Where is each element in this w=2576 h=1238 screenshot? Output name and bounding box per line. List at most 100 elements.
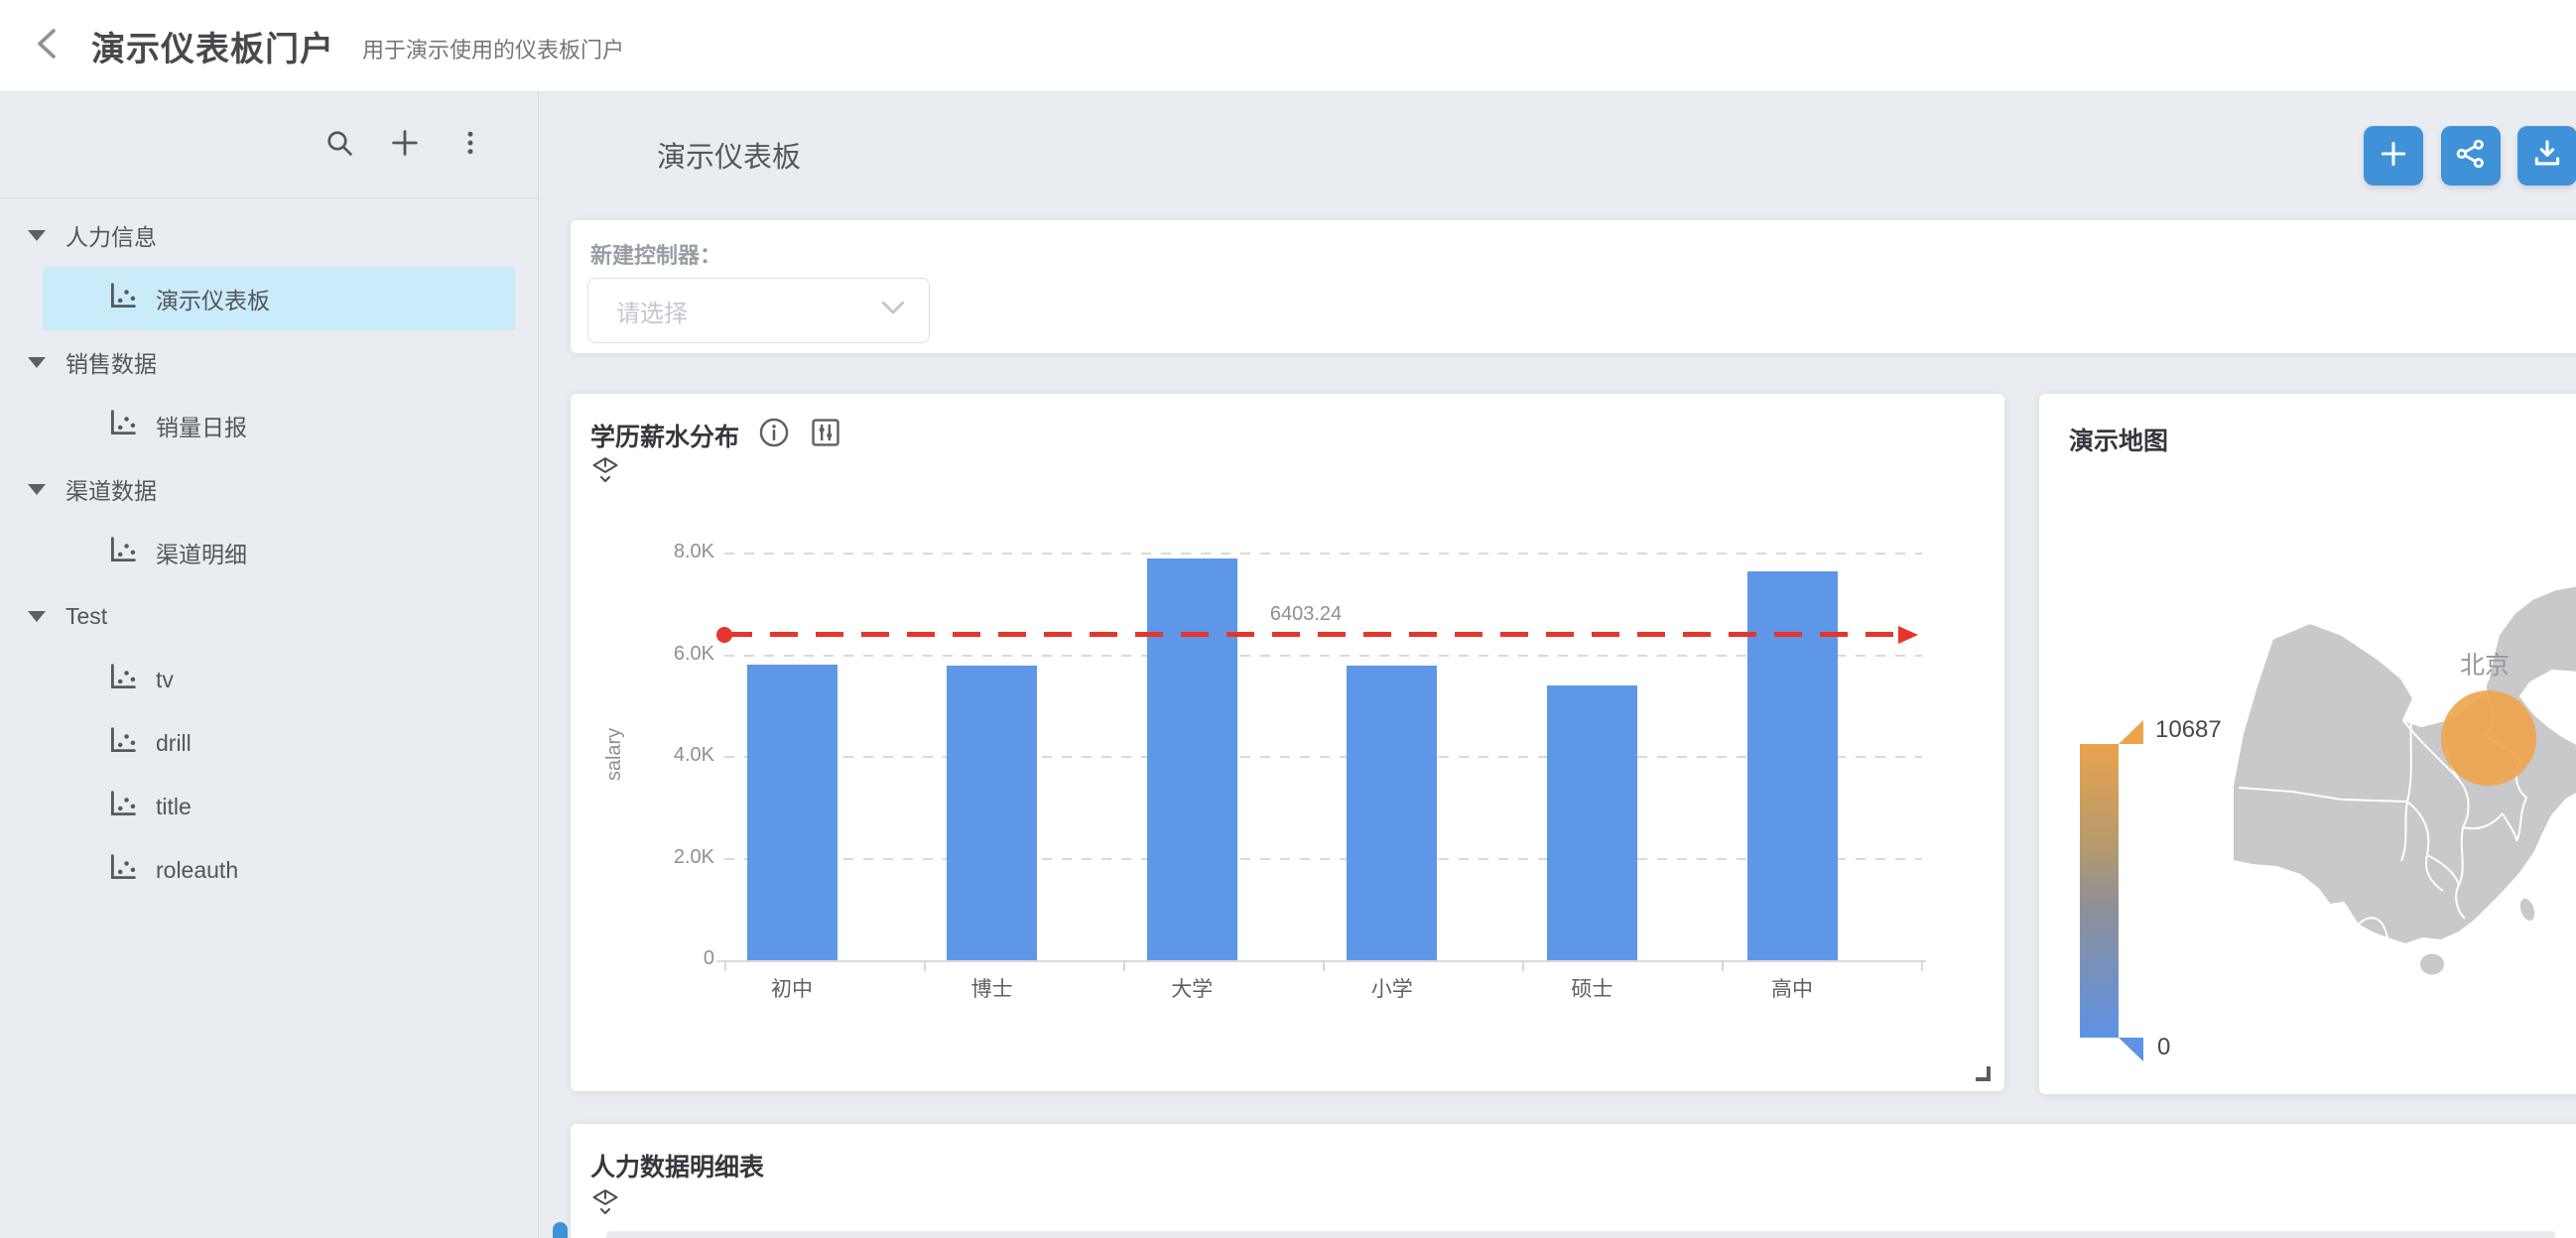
china-map[interactable]	[2233, 575, 2576, 1032]
tree-group-label: 人力信息	[65, 218, 157, 252]
dashboard-title: 演示仪表板	[657, 134, 801, 176]
tree-item-title[interactable]: title	[43, 775, 515, 838]
select-placeholder: 请选择	[616, 294, 881, 328]
back-button[interactable]	[26, 24, 69, 67]
legend-max-value: 10687	[2155, 716, 2222, 744]
tree-item-label: 演示仪表板	[156, 282, 270, 315]
tree-group-hr[interactable]: 人力信息	[0, 203, 538, 267]
plus-icon	[388, 126, 422, 165]
tree-item-roleauth[interactable]: roleauth	[43, 838, 515, 902]
bar-小学[interactable]	[1347, 666, 1437, 960]
x-axis-tick	[1323, 962, 1325, 971]
table-header-strip	[606, 1231, 2555, 1238]
beijing-label: 北京	[2460, 646, 2510, 681]
bar-初中[interactable]	[747, 665, 837, 960]
chart-icon	[106, 406, 140, 445]
tree-item-label: title	[156, 794, 192, 820]
chart-icon	[106, 533, 140, 572]
controller-select[interactable]: 请选择	[587, 278, 930, 343]
table-title: 人力数据明细表	[590, 1148, 764, 1183]
chart-icon	[106, 279, 140, 318]
kebab-menu-icon	[455, 128, 485, 163]
caret-down-icon	[28, 611, 46, 622]
tree-item-drill[interactable]: drill	[43, 711, 515, 775]
bar-chart-card: 学历薪水分布 8.0K6.0K4.0K2.0K0初中博士大学小学硕士高中6403…	[571, 394, 2004, 1091]
search-icon	[323, 127, 355, 164]
tree-group-channel[interactable]: 渠道数据	[0, 457, 538, 521]
plus-icon	[2377, 137, 2410, 176]
y-axis-tick-label: 0	[571, 947, 714, 970]
caret-down-icon	[28, 230, 46, 241]
x-axis-tick	[1123, 962, 1125, 971]
share-button[interactable]	[2441, 126, 2501, 186]
resize-handle[interactable]	[1976, 1066, 1991, 1081]
gridline-2.0K	[724, 858, 1922, 860]
tree-item-label: roleauth	[156, 857, 238, 884]
download-icon	[2530, 137, 2564, 176]
tree-group-label: Test	[65, 603, 107, 630]
y-axis-tick-label: 4.0K	[571, 744, 714, 767]
tree-item-label: drill	[156, 730, 192, 757]
beijing-bubble[interactable]	[2441, 690, 2536, 786]
threshold-arrow-icon	[1898, 626, 1918, 644]
map-legend-gradient	[2080, 744, 2119, 1038]
download-button[interactable]	[2517, 126, 2576, 186]
add-widget-button[interactable]	[2364, 126, 2423, 186]
x-axis-tick	[1722, 962, 1724, 971]
bar-硕士[interactable]	[1547, 685, 1637, 960]
legend-max-marker	[2119, 720, 2143, 744]
x-axis-category-label: 小学	[1313, 973, 1472, 1003]
tree-item-tv[interactable]: tv	[43, 648, 515, 711]
drill-down-icon[interactable]	[590, 1185, 620, 1222]
bar-高中[interactable]	[1747, 571, 1838, 960]
y-axis-tick-label: 8.0K	[571, 541, 714, 563]
map-title: 演示地图	[2069, 422, 2168, 457]
legend-min-value: 0	[2157, 1034, 2170, 1061]
gridline-6.0K	[724, 655, 1922, 657]
tree-item-channel-detail[interactable]: 渠道明细	[43, 521, 515, 584]
bar-chart-plot: 8.0K6.0K4.0K2.0K0初中博士大学小学硕士高中6403.24sala…	[571, 394, 2004, 1091]
x-axis-category-label: 硕士	[1512, 973, 1671, 1003]
tree-group-sales[interactable]: 销售数据	[0, 330, 538, 394]
x-axis-tick	[724, 962, 726, 971]
tree-group-test[interactable]: Test	[0, 584, 538, 648]
y-axis-tick-label: 2.0K	[571, 846, 714, 869]
tree-item-demo-dashboard[interactable]: 演示仪表板	[43, 267, 515, 330]
portal-subtitle: 用于演示使用的仪表板门户	[362, 33, 624, 64]
threshold-line	[724, 632, 1900, 637]
app-header: 演示仪表板门户 用于演示使用的仪表板门户	[0, 0, 2576, 92]
chevron-left-icon	[28, 24, 67, 68]
chart-icon	[106, 723, 140, 763]
tree-group-label: 渠道数据	[65, 472, 157, 506]
gridline-4.0K	[724, 756, 1922, 758]
chevron-down-icon	[881, 301, 905, 320]
x-axis-category-label: 初中	[712, 973, 871, 1003]
bar-博士[interactable]	[947, 666, 1037, 960]
bar-大学[interactable]	[1147, 558, 1237, 960]
scroll-handle[interactable]	[553, 1222, 568, 1238]
y-axis-tick-label: 6.0K	[571, 643, 714, 666]
y-axis-title: salary	[603, 728, 626, 781]
x-axis-tick	[1522, 962, 1524, 971]
tree-group-label: 销售数据	[65, 345, 157, 379]
caret-down-icon	[28, 484, 46, 495]
controller-panel: 新建控制器： 请选择	[571, 220, 2576, 353]
x-axis-category-label: 大学	[1112, 973, 1271, 1003]
chart-icon	[106, 850, 140, 890]
x-axis-tick	[1921, 962, 1923, 971]
tree-item-label: 销量日报	[156, 409, 247, 442]
gridline-8.0K	[724, 553, 1922, 555]
add-dashboard-button[interactable]	[387, 127, 423, 163]
main-content: 演示仪表板 新建控制器： 请选择	[540, 92, 2576, 1238]
tree-item-label: tv	[156, 667, 174, 693]
chart-icon	[106, 787, 140, 826]
tree-item-sales-daily[interactable]: 销量日报	[43, 394, 515, 457]
dashboard-header: 演示仪表板	[540, 92, 2576, 213]
x-axis-category-label: 高中	[1713, 973, 1871, 1003]
more-menu-button[interactable]	[452, 127, 488, 163]
search-button[interactable]	[322, 127, 357, 163]
caret-down-icon	[28, 357, 46, 368]
threshold-dot	[716, 627, 732, 643]
sidebar-toolbar	[0, 92, 538, 198]
x-axis-line	[716, 960, 1926, 962]
